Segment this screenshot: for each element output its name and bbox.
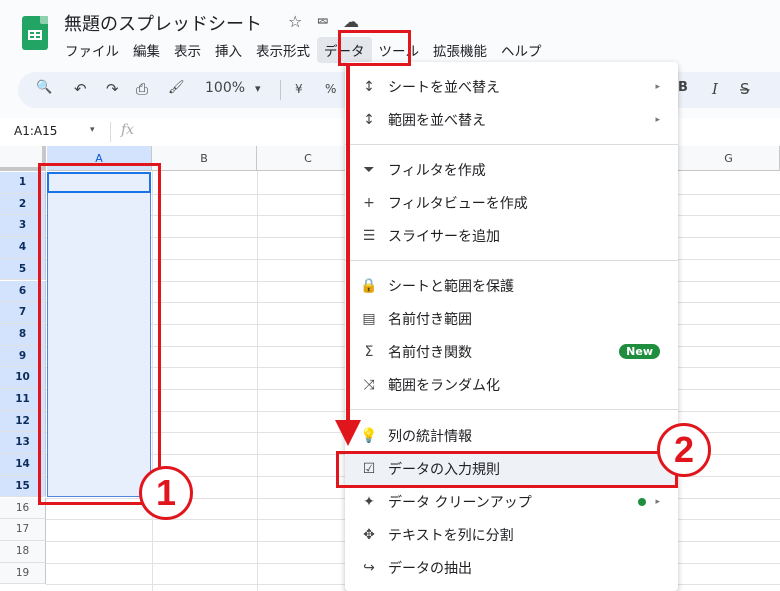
menu-item-sort-range[interactable]: ↕ 範囲を並べ替え ▸ [345,103,678,136]
submenu-arrow-icon: ▸ [655,81,660,92]
data-menu-dropdown: ↕ シートを並べ替え ▸ ↕ 範囲を並べ替え ▸ ⏷ フィルタを作成 + フィルタビューを作… [345,62,678,591]
menu-item-label: シートと範囲を保護 [388,278,514,295]
cloud-status-icon[interactable]: ☁ [343,12,359,32]
print-icon[interactable]: ⎙ [136,80,148,98]
menu-item-create-filter[interactable]: ⏷ フィルタを作成 [345,153,678,186]
extract-icon: ↪ [363,559,375,576]
bold-button[interactable]: B [678,80,688,95]
sheets-logo-icon[interactable] [22,16,48,50]
new-badge: New [619,344,660,359]
zoom-caret-icon[interactable]: ▾ [255,82,261,95]
annotation-box-data-menu [338,30,411,66]
menu-bar: ファイル 編集 表示 挿入 表示形式 データ ツール 拡張機能 ヘルプ [58,37,549,63]
sort-icon: ↕ [363,78,375,95]
menu-item-label: スライサーを追加 [388,228,500,245]
menu-item-label: データ クリーンアップ [388,494,532,511]
menu-item-column-stats[interactable]: 💡 列の統計情報 [345,419,678,452]
fx-icon: fx [121,122,135,138]
column-header-b[interactable]: B [152,146,257,171]
menu-item-label: 名前付き範囲 [388,311,472,328]
undo-icon[interactable]: ↶ [74,80,87,98]
plus-icon: + [363,194,375,211]
star-icon[interactable]: ☆ [288,12,302,32]
menu-divider [345,260,678,261]
shuffle-icon: ⤨ [363,376,375,393]
menu-edit[interactable]: 編集 [126,37,167,63]
menu-item-label: シートを並べ替え [388,79,500,96]
menu-item-label: データの抽出 [388,560,472,577]
menu-item-split-text[interactable]: ✥ テキストを列に分割 [345,518,678,551]
menu-item-label: フィルタを作成 [388,162,486,179]
zoom-select[interactable]: 100% [205,80,245,96]
italic-button[interactable]: I [712,80,718,98]
menu-item-add-slicer[interactable]: ☰ スライサーを追加 [345,219,678,252]
menu-item-sort-sheet[interactable]: ↕ シートを並べ替え ▸ [345,70,678,103]
search-icon[interactable]: 🔍 [36,80,52,95]
magic-wand-icon: ✦ [363,493,375,510]
menu-item-randomize-range[interactable]: ⤨ 範囲をランダム化 [345,368,678,401]
menu-item-protect[interactable]: 🔒 シートと範囲を保護 [345,269,678,302]
document-title[interactable]: 無題のスプレッドシート [64,10,262,36]
menu-extensions[interactable]: 拡張機能 [426,37,494,63]
menu-view[interactable]: 表示 [167,37,208,63]
menu-item-named-functions[interactable]: Σ 名前付き関数 New [345,335,678,368]
menu-divider [345,409,678,410]
menu-item-create-filter-view[interactable]: + フィルタビューを作成 [345,186,678,219]
submenu-arrow-icon: ▸ [655,114,660,125]
formula-divider [110,122,111,142]
menu-file[interactable]: ファイル [58,37,126,63]
lightbulb-icon: 💡 [360,427,378,444]
menu-item-label: フィルタビューを作成 [388,195,528,212]
name-box[interactable]: A1:A15 [14,124,57,138]
sigma-icon: Σ [364,343,374,360]
status-dot [638,497,646,506]
annotation-arrow-head [335,420,361,446]
menu-item-label: 列の統計情報 [388,428,472,445]
currency-format-button[interactable]: ¥ [295,82,303,96]
menu-item-label: 範囲をランダム化 [388,377,500,394]
toolbar-divider [280,80,281,100]
menu-format[interactable]: 表示形式 [249,37,317,63]
move-folder-icon[interactable]: ⮹ [316,12,329,32]
annotation-arrow-line [346,66,350,426]
menu-item-named-ranges[interactable]: ▤ 名前付き範囲 [345,302,678,335]
slicer-icon: ☰ [362,227,376,244]
annotation-box-data-validation [336,451,678,488]
column-gridline [257,171,258,591]
annotation-step-2: 2 [657,423,711,477]
annotation-step-1: 1 [139,466,193,520]
menu-item-label: テキストを列に分割 [388,527,514,544]
menu-insert[interactable]: 挿入 [208,37,249,63]
row-header[interactable]: 18 [0,540,46,563]
annotation-box-column-a [38,163,161,505]
menu-item-label: 範囲を並べ替え [388,112,486,129]
menu-item-label: 名前付き関数 [388,344,472,361]
row-header[interactable]: 17 [0,519,46,541]
redo-icon[interactable]: ↷ [106,80,119,98]
column-header-g[interactable]: G [678,146,780,171]
submenu-arrow-icon: ▸ [655,496,660,507]
sort-icon: ↕ [363,111,375,128]
paint-format-icon[interactable]: 🖌 [168,80,185,95]
split-columns-icon: ✥ [363,526,375,543]
name-box-caret-icon[interactable]: ▾ [90,125,95,135]
menu-item-data-cleanup[interactable]: ✦ データ クリーンアップ ▸ [345,485,678,518]
named-range-icon: ▤ [362,310,376,327]
menu-item-data-extraction[interactable]: ↪ データの抽出 [345,551,678,584]
menu-divider [345,144,678,145]
percent-format-button[interactable]: % [325,82,336,96]
strikethrough-button[interactable]: S̶ [740,80,750,98]
menu-help[interactable]: ヘルプ [494,37,549,63]
lock-icon: 🔒 [360,277,378,294]
row-header[interactable]: 19 [0,562,46,585]
filter-icon: ⏷ [363,161,375,178]
